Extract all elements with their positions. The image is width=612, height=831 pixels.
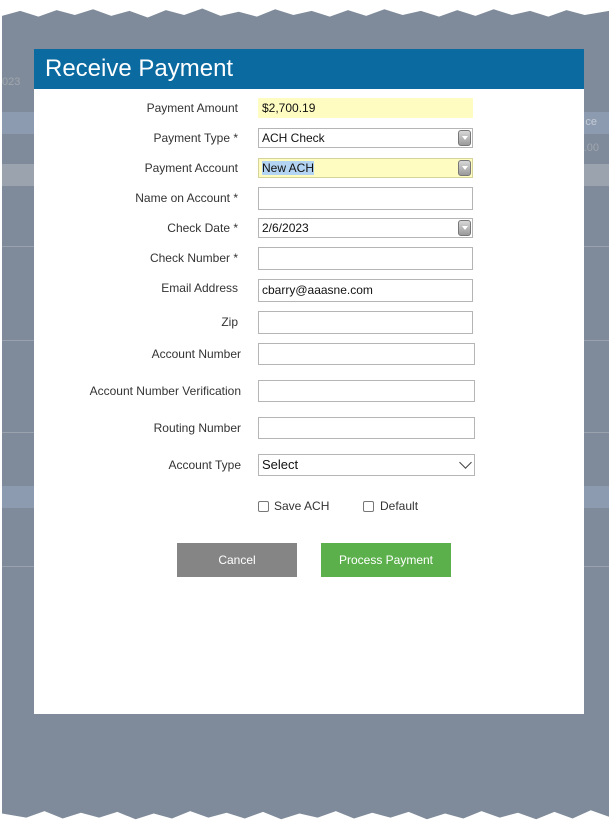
routing-number-label: Routing Number: [153, 421, 241, 435]
account-type-select[interactable]: Select: [258, 454, 475, 476]
background-header-fragment: ce: [585, 116, 597, 128]
email-address-input[interactable]: cbarry@aaasne.com: [258, 279, 473, 302]
check-date-select[interactable]: 2/6/2023: [258, 218, 473, 238]
payment-account-select[interactable]: New ACH: [258, 158, 473, 178]
check-date-value: 2/6/2023: [262, 221, 309, 235]
payment-account-value: New ACH: [262, 161, 315, 175]
zip-input[interactable]: [258, 311, 473, 334]
account-number-input[interactable]: [258, 343, 475, 365]
default-checkbox[interactable]: [363, 501, 374, 512]
email-address-label: Email Address: [161, 281, 238, 295]
process-payment-button[interactable]: Process Payment: [321, 543, 451, 577]
dropdown-arrow-icon[interactable]: [458, 220, 471, 236]
receive-payment-modal: Receive Payment Payment Amount $2,700.19…: [34, 49, 584, 714]
check-date-label: Check Date *: [167, 221, 238, 235]
payment-type-value: ACH Check: [262, 131, 325, 145]
default-label[interactable]: Default: [380, 499, 418, 513]
chevron-down-icon[interactable]: [459, 456, 472, 469]
background-date-fragment: 023: [2, 76, 21, 88]
background-amount-fragment: .00: [583, 142, 599, 154]
cancel-button[interactable]: Cancel: [177, 543, 297, 577]
save-ach-checkbox[interactable]: [258, 501, 269, 512]
save-ach-label[interactable]: Save ACH: [274, 499, 329, 513]
account-type-value: Select: [262, 457, 299, 472]
modal-title: Receive Payment: [34, 49, 584, 89]
dropdown-arrow-icon[interactable]: [458, 160, 471, 176]
account-number-verification-label: Account Number Verification: [89, 384, 241, 398]
payment-type-label: Payment Type *: [153, 131, 239, 145]
account-number-verification-input[interactable]: [258, 380, 475, 402]
account-number-label: Account Number: [151, 347, 241, 361]
routing-number-input[interactable]: [258, 417, 475, 439]
name-on-account-input[interactable]: [258, 187, 473, 210]
payment-account-label: Payment Account: [144, 161, 238, 175]
account-type-label: Account Type: [168, 458, 242, 472]
check-number-label: Check Number *: [149, 251, 238, 265]
payment-amount-field[interactable]: $2,700.19: [258, 98, 473, 118]
zip-label: Zip: [221, 315, 238, 329]
dropdown-arrow-icon[interactable]: [458, 130, 471, 146]
payment-amount-label: Payment Amount: [146, 101, 238, 115]
check-number-input[interactable]: [258, 247, 473, 270]
name-on-account-label: Name on Account *: [135, 191, 238, 205]
payment-type-select[interactable]: ACH Check: [258, 128, 473, 148]
